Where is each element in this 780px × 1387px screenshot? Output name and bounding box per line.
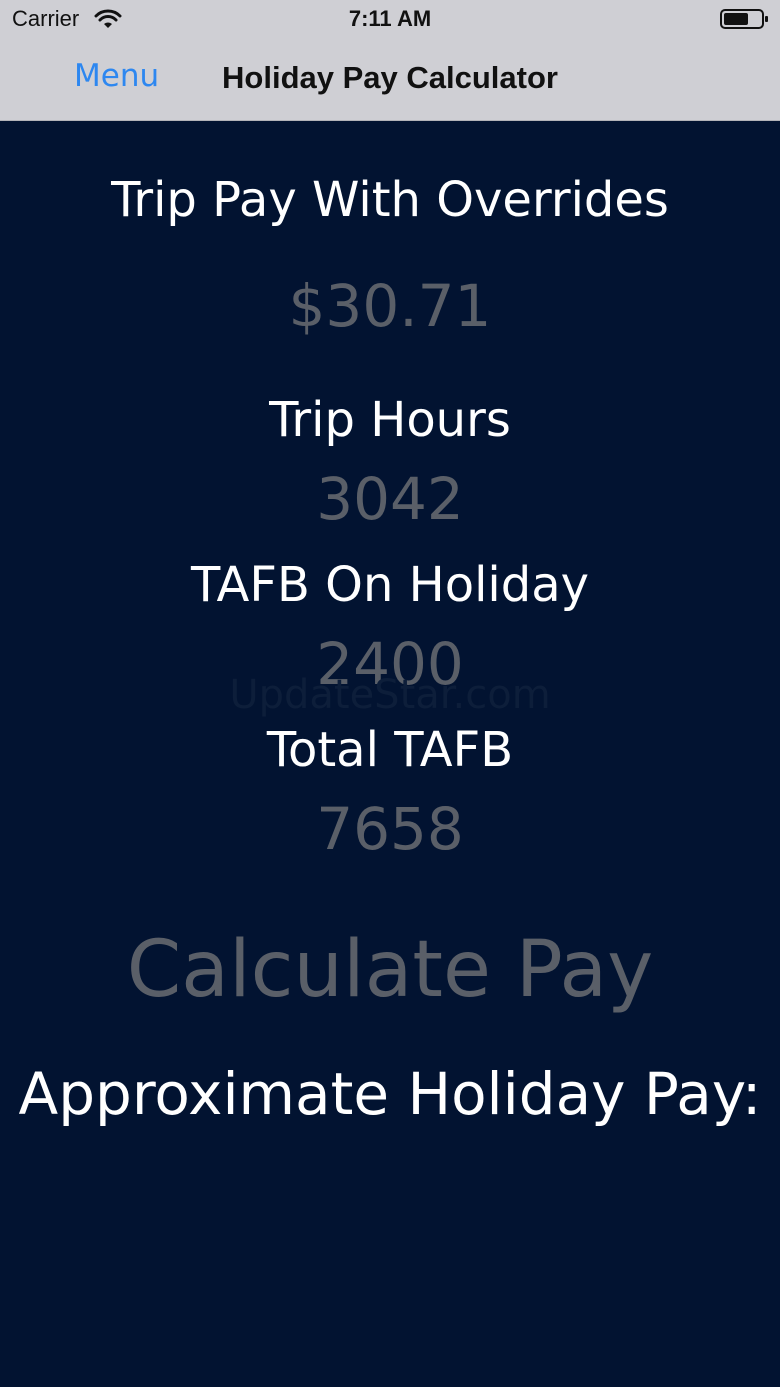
status-bar: Carrier 7:11 AM: [0, 0, 780, 40]
total-tafb-field[interactable]: 7658: [0, 795, 780, 863]
trip-pay-field[interactable]: $30.71: [0, 272, 780, 340]
trip-pay-label: Trip Pay With Overrides: [111, 172, 669, 228]
top-bar: Carrier 7:11 AM Menu Holiday Pay Calcula…: [0, 0, 780, 121]
tafb-on-holiday-label: TAFB On Holiday: [190, 557, 590, 613]
trip-hours-label: Trip Hours: [269, 392, 511, 448]
battery-icon: [720, 9, 768, 29]
navigation-bar: Menu Holiday Pay Calculator: [0, 40, 780, 120]
page-title: Holiday Pay Calculator: [222, 60, 558, 95]
calculate-pay-button[interactable]: Calculate Pay: [0, 925, 780, 1015]
trip-hours-field[interactable]: 3042: [0, 465, 780, 533]
status-time: 7:11 AM: [348, 6, 432, 31]
total-tafb-label: Total TAFB: [266, 722, 514, 778]
watermark: UpdateStar.com: [229, 672, 551, 718]
screen: Carrier 7:11 AM Menu Holiday Pay Calcula…: [0, 0, 780, 1387]
approximate-holiday-pay-label: Approximate Holiday Pay:: [18, 1060, 762, 1128]
